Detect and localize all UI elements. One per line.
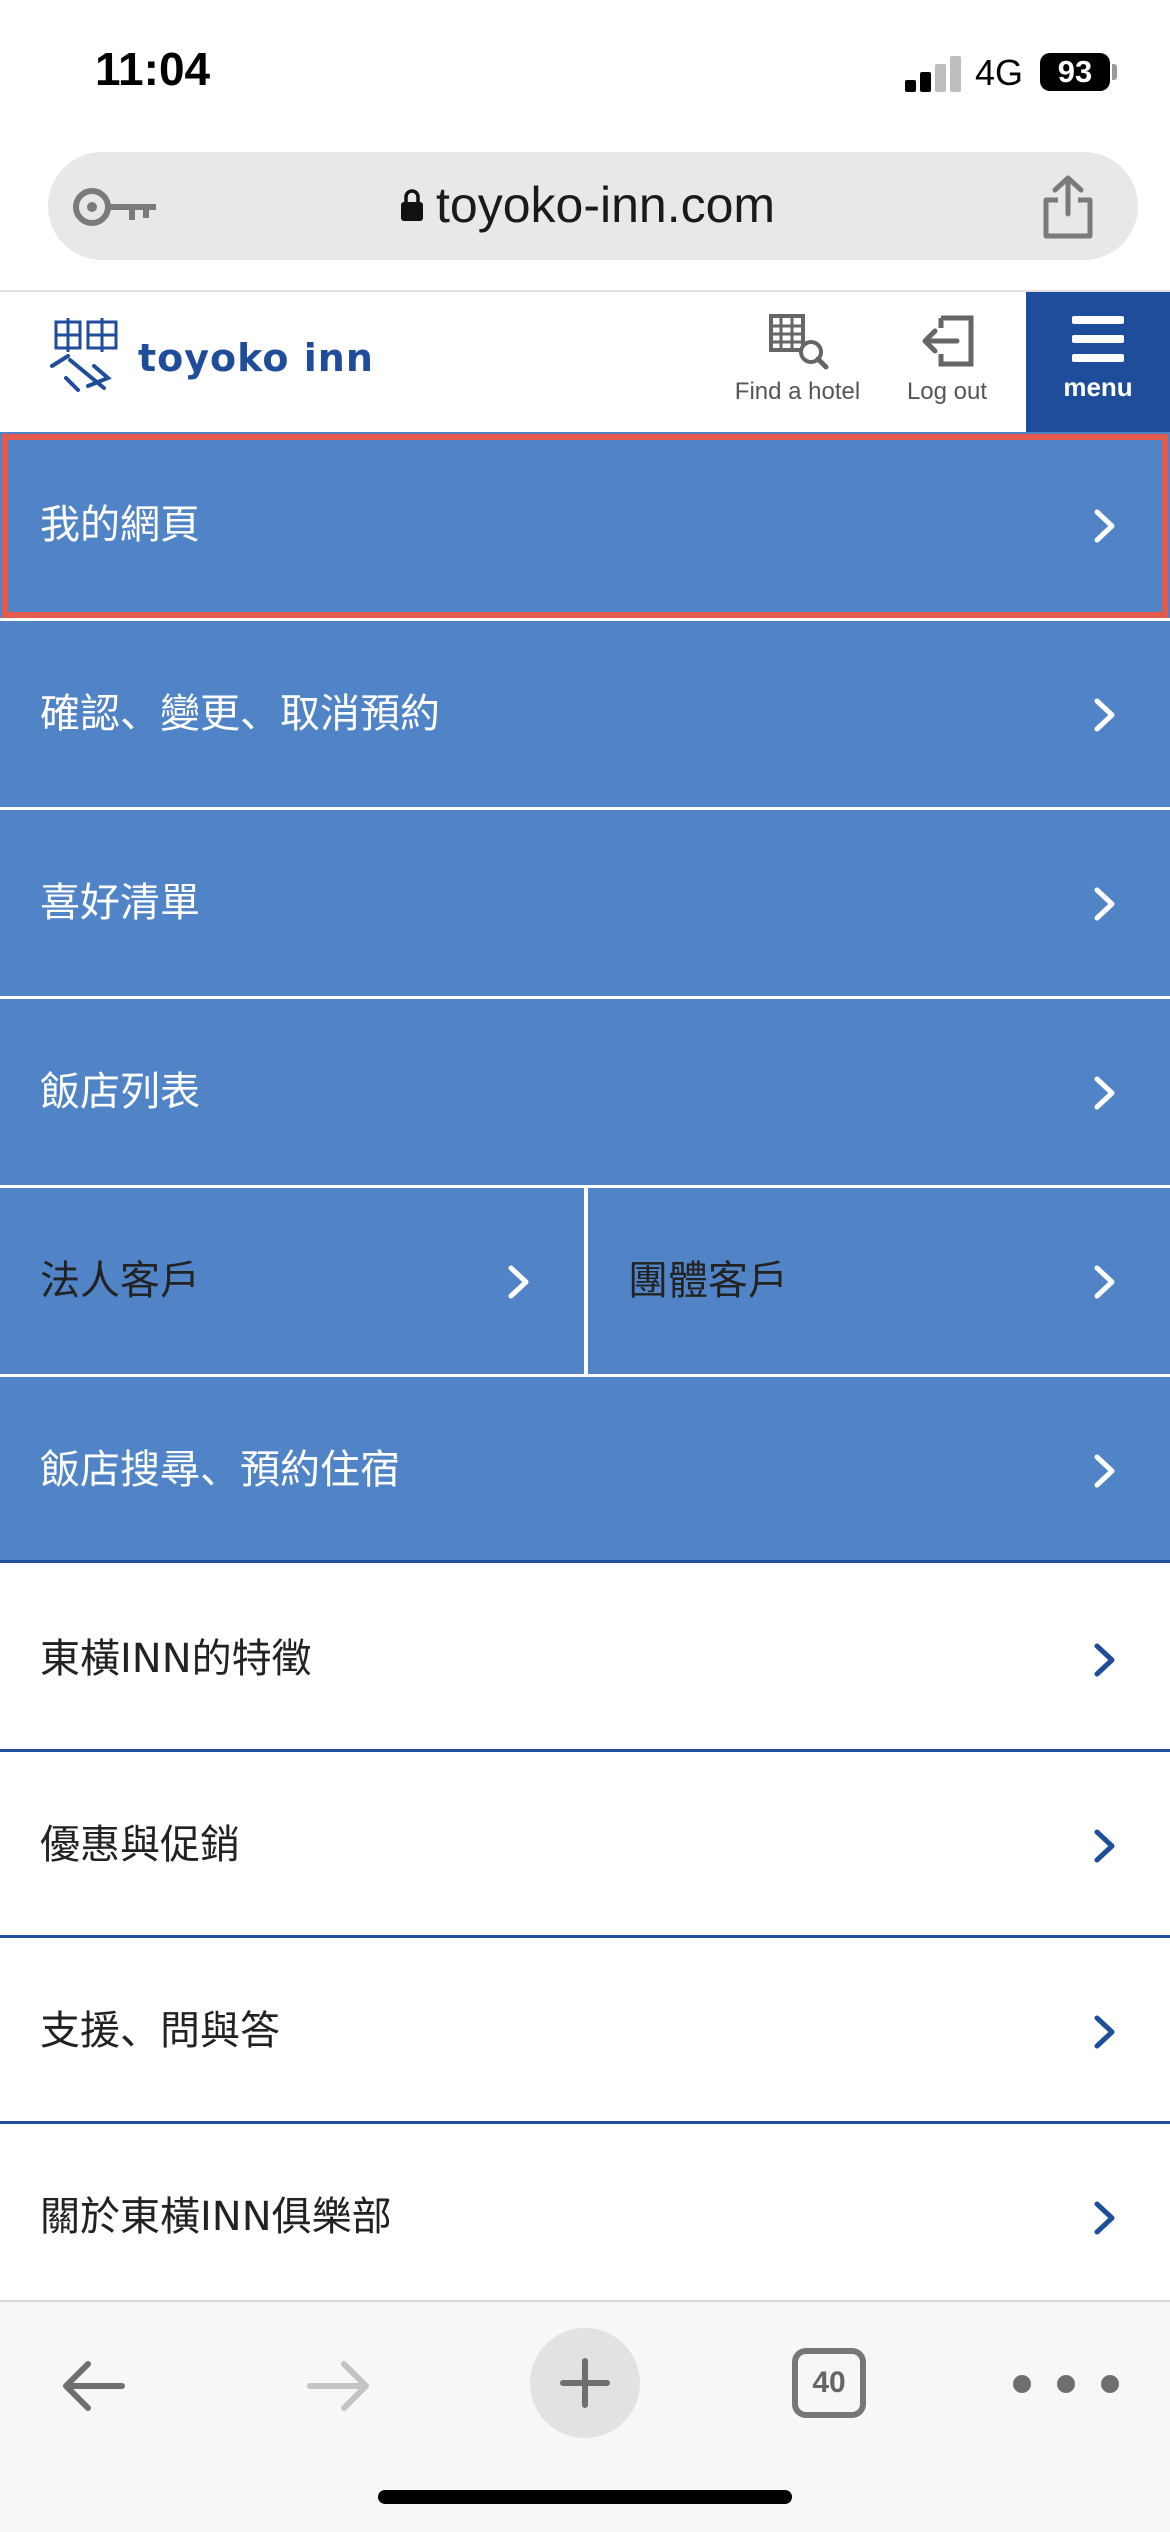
menu-item-manage-reservation[interactable]: 確認、變更、取消預約 <box>0 621 1170 807</box>
battery-tip <box>1112 64 1117 80</box>
status-bar: 11:04 4G 93 <box>0 0 1170 145</box>
find-hotel-icon <box>768 314 828 370</box>
chevron-right-icon <box>1094 2201 1115 2235</box>
chevron-right-icon <box>1094 509 1115 543</box>
menu-item-label: 關於東橫INN俱樂部 <box>40 2194 392 2240</box>
menu-item-support[interactable]: 支援、問與答 <box>0 1938 1170 2124</box>
menu-item-label: 我的網頁 <box>40 502 200 548</box>
url-text[interactable]: toyoko-inn.com <box>436 176 775 234</box>
chevron-right-icon <box>1094 1643 1115 1677</box>
back-arrow-icon[interactable] <box>58 2358 128 2414</box>
menu-item-hotel-list[interactable]: 飯店列表 <box>0 999 1170 1185</box>
more-dots-icon[interactable] <box>1010 2372 1122 2396</box>
share-icon[interactable] <box>1038 174 1098 240</box>
menu-item-favorites[interactable]: 喜好清單 <box>0 810 1170 996</box>
battery-icon: 93 <box>1040 53 1110 91</box>
menu-item-label: 飯店列表 <box>40 1069 200 1115</box>
menu-item-label: 優惠與促銷 <box>40 1822 240 1868</box>
find-hotel-button[interactable]: Find a hotel <box>730 312 865 422</box>
chevron-right-icon <box>508 1265 529 1299</box>
toyoko-inn-logo-icon[interactable] <box>48 316 126 396</box>
logout-button[interactable]: Log out <box>882 312 1012 422</box>
status-time: 11:04 <box>95 43 211 95</box>
menu-item-label: 確認、變更、取消預約 <box>40 691 440 737</box>
menu-button[interactable]: menu <box>1026 292 1170 432</box>
chevron-right-icon <box>1094 2015 1115 2049</box>
chevron-right-icon <box>1094 887 1115 921</box>
chevron-right-icon <box>1094 1265 1115 1299</box>
network-type: 4G <box>975 52 1024 93</box>
logo-text[interactable]: toyoko inn <box>138 336 374 380</box>
menu-item-label: 飯店搜尋、預約住宿 <box>40 1447 400 1493</box>
menu-item-features[interactable]: 東橫INN的特徵 <box>0 1566 1170 1752</box>
menu-item-search-booking[interactable]: 飯店搜尋、預約住宿 <box>0 1377 1170 1563</box>
menu-item-label: 團體客戶 <box>628 1258 788 1304</box>
home-indicator <box>378 2490 792 2504</box>
address-bar[interactable]: toyoko-inn.com <box>48 152 1138 260</box>
plus-icon <box>560 2358 610 2408</box>
menu-item-my-page[interactable]: 我的網頁 <box>0 432 1170 618</box>
menu-row-split: 法人客戶 團體客戶 <box>0 1188 1170 1374</box>
menu-item-label: 東橫INN的特徵 <box>40 1636 312 1682</box>
site-header: toyoko inn Find a hotel Log out menu <box>0 292 1170 432</box>
menu-item-label: 支援、問與答 <box>40 2008 280 2054</box>
menu-item-group[interactable]: 團體客戶 <box>588 1188 1170 1374</box>
logout-label: Log out <box>906 378 988 405</box>
menu-item-corporate[interactable]: 法人客戶 <box>0 1188 584 1374</box>
menu-item-deals[interactable]: 優惠與促銷 <box>0 1752 1170 1938</box>
forward-arrow-icon[interactable] <box>304 2358 374 2414</box>
logout-icon <box>922 315 974 367</box>
chevron-right-icon <box>1094 1829 1115 1863</box>
menu-label: menu <box>1063 372 1133 402</box>
find-hotel-label: Find a hotel <box>734 378 861 405</box>
lock-icon <box>401 189 423 221</box>
chevron-right-icon <box>1094 1454 1115 1488</box>
key-icon[interactable] <box>70 182 162 232</box>
chevron-right-icon <box>1094 698 1115 732</box>
menu-item-label: 喜好清單 <box>40 880 200 926</box>
tab-count-button[interactable]: 40 <box>792 2348 866 2418</box>
new-tab-button[interactable] <box>530 2328 640 2438</box>
menu-item-label: 法人客戶 <box>40 1258 200 1304</box>
chevron-right-icon <box>1094 1076 1115 1110</box>
menu-item-club[interactable]: 關於東橫INN俱樂部 <box>0 2124 1170 2310</box>
hamburger-icon <box>1072 316 1124 362</box>
cellular-signal-icon <box>905 54 961 92</box>
